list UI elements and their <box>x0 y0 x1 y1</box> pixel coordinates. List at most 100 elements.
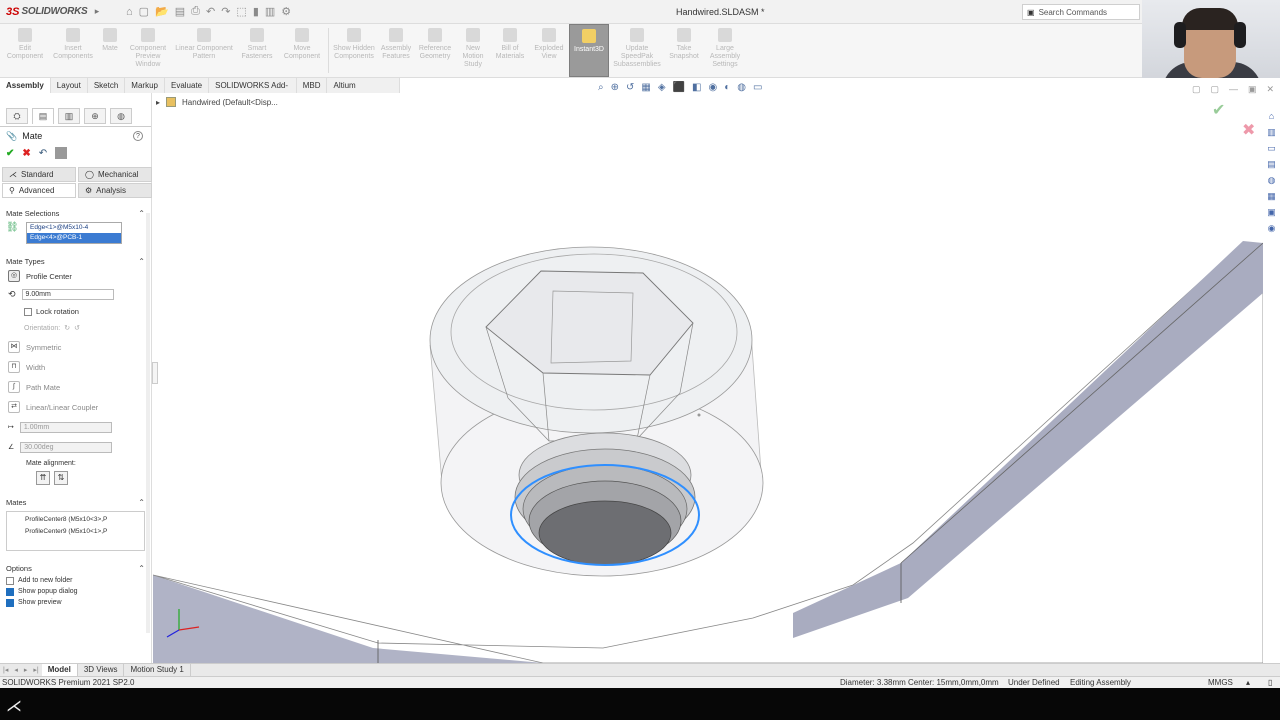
design-library-icon[interactable]: ▥ <box>1266 126 1278 138</box>
zoom-to-fit-icon[interactable]: ⌕ <box>598 82 604 93</box>
view-settings-icon[interactable]: ▭ <box>753 82 762 93</box>
view-palette-icon[interactable]: ▤ <box>1266 158 1278 170</box>
units-system[interactable]: MMGS <box>1208 678 1233 687</box>
cmd-assembly-features[interactable]: Assembly Features <box>377 24 415 77</box>
option-show-preview[interactable]: Show preview <box>0 597 151 608</box>
zoom-to-area-icon[interactable]: ⊕ <box>611 82 619 93</box>
minimize-icon[interactable]: — <box>1229 84 1238 95</box>
angle-input[interactable]: 30.00deg <box>20 441 113 453</box>
customize-icon[interactable]: ▯ <box>1268 678 1272 687</box>
tab-sketch[interactable]: Sketch <box>88 78 126 93</box>
view-orientation-icon[interactable]: ⬛ <box>673 82 685 93</box>
tab-motion-study-1[interactable]: Motion Study 1 <box>124 664 191 676</box>
pushpin-icon[interactable] <box>55 147 68 159</box>
cmd-large-assembly-settings[interactable]: Large Assembly Settings <box>703 24 747 77</box>
collapse-chevron-icon[interactable]: ⌃ <box>138 209 145 218</box>
tab-mechanical[interactable]: ◯ Mechanical <box>78 167 152 182</box>
maximize-icon[interactable]: ▣ <box>1248 84 1257 95</box>
select-icon[interactable]: ⬚ <box>236 5 246 18</box>
option-add-to-folder[interactable]: Add to new folder <box>0 575 151 586</box>
cmd-exploded-view[interactable]: Exploded View <box>529 24 569 77</box>
menu-expand-arrow-icon[interactable]: ▸ <box>90 6 104 17</box>
tab-3d-views[interactable]: 3D Views <box>78 664 125 676</box>
new-document-icon[interactable]: ▢ <box>139 5 149 18</box>
cmd-show-hidden[interactable]: Show Hidden Components <box>331 24 377 77</box>
confirm-ok-icon[interactable]: ✔ <box>1212 100 1225 120</box>
tab-altium-codesigner[interactable]: Altium CoDesigner <box>327 78 400 105</box>
cmd-take-snapshot[interactable]: Take Snapshot <box>665 24 703 77</box>
cmd-component-preview[interactable]: Component Preview Window <box>124 24 172 77</box>
feature-tree-flyout[interactable]: ▸ Handwired (Default<Disp... <box>156 97 278 107</box>
redo-icon[interactable]: ↷ <box>221 5 230 18</box>
definition-status[interactable]: Under Defined <box>1008 678 1060 687</box>
show-preview-checkbox[interactable] <box>6 598 14 607</box>
path-mate[interactable]: ∫ Path Mate <box>0 377 151 397</box>
mate-types-header[interactable]: Mate Types ⌃ <box>0 254 151 268</box>
cmd-edit-component[interactable]: Edit Component <box>0 24 50 77</box>
ok-check-icon[interactable]: ✔ <box>6 148 14 159</box>
units-dropdown-icon[interactable]: ▴ <box>1246 678 1250 687</box>
display-manager-tab-icon[interactable]: ◍ <box>110 108 132 124</box>
cmd-smart-fasteners[interactable]: Smart Fasteners <box>236 24 278 77</box>
anti-aligned-icon[interactable]: ⇅ <box>54 471 68 485</box>
cmd-move-component[interactable]: Move Component <box>278 24 326 77</box>
feature-tree-tab-icon[interactable]: ⛭ <box>6 108 28 124</box>
panel-scrollbar[interactable] <box>146 213 150 633</box>
options-gear-icon[interactable]: ⚙ <box>281 5 291 18</box>
tab-standard[interactable]: ⋌ Standard <box>2 167 76 182</box>
dimxpert-tab-icon[interactable]: ⊕ <box>84 108 106 124</box>
first-tab-arrow-icon[interactable]: |◂ <box>0 666 11 674</box>
previous-view-icon[interactable]: ↺ <box>626 82 634 93</box>
dynamic-annotation-icon[interactable]: ◈ <box>658 82 666 93</box>
tab-layout[interactable]: Layout <box>51 78 88 93</box>
distance-input[interactable]: 1.00mm <box>19 421 112 433</box>
option-show-popup[interactable]: Show popup dialog <box>0 586 151 597</box>
add-to-folder-checkbox[interactable] <box>6 576 14 585</box>
property-manager-tab-icon[interactable]: ▤ <box>32 108 54 124</box>
expand-tree-icon[interactable]: ▸ <box>156 98 160 107</box>
help-icon[interactable]: ? <box>133 131 143 141</box>
confirm-cancel-icon[interactable]: ✖ <box>1242 120 1255 140</box>
cmd-reference-geometry[interactable]: Reference Geometry <box>415 24 455 77</box>
tree-root-label[interactable]: Handwired (Default<Disp... <box>182 98 278 107</box>
show-popup-checkbox[interactable] <box>6 587 14 596</box>
cmd-instant3d[interactable]: Instant3D <box>569 24 609 77</box>
panel-collapse-handle[interactable] <box>152 362 158 384</box>
save-icon[interactable]: ▤ <box>175 5 185 18</box>
solidworks-logo[interactable]: 3S SOLIDWORKS <box>0 0 90 24</box>
next-tab-arrow-icon[interactable]: ▸ <box>21 666 31 674</box>
cmd-new-motion-study[interactable]: New Motion Study <box>455 24 491 77</box>
profile-center-mate[interactable]: ◎ Profile Center <box>0 268 151 284</box>
undo-icon[interactable]: ↶ <box>206 5 215 18</box>
lock-rotation-row[interactable]: Lock rotation <box>0 304 151 319</box>
solidworks-app-icon[interactable]: ⋌ <box>6 696 22 716</box>
prev-tab-arrow-icon[interactable]: ◂ <box>11 666 21 674</box>
display-style-icon[interactable]: ◧ <box>692 82 701 93</box>
solidworks-forum-icon[interactable]: ▣ <box>1266 206 1278 218</box>
search-commands-input[interactable]: ▣ Search Commands <box>1022 4 1140 20</box>
cmd-linear-pattern[interactable]: Linear Component Pattern <box>172 24 236 77</box>
rebuild-icon[interactable]: ▮ <box>253 5 259 18</box>
tile-icon[interactable]: ▢ <box>1211 84 1220 95</box>
mate-selections-header[interactable]: Mate Selections ⌃ <box>0 206 151 220</box>
cancel-x-icon[interactable]: ✖ <box>22 148 30 159</box>
custom-properties-icon[interactable]: ▦ <box>1266 190 1278 202</box>
collapse-chevron-icon[interactable]: ⌃ <box>138 257 145 266</box>
offset-distance-input[interactable]: 9.00mm <box>21 288 114 300</box>
edit-appearance-icon[interactable]: ◐ <box>724 82 730 93</box>
appearances-icon[interactable]: ◍ <box>1266 174 1278 186</box>
list-item[interactable]: ProfileCenter8 (M5x10<3>,P <box>25 514 144 526</box>
model-viewport[interactable] <box>153 93 1263 663</box>
tab-analysis[interactable]: ⚙ Analysis <box>78 183 152 198</box>
open-folder-icon[interactable]: 📂 <box>155 5 169 18</box>
options-header[interactable]: Options ⌃ <box>0 561 151 575</box>
collapse-chevron-icon[interactable]: ⌃ <box>138 498 145 507</box>
tab-markup[interactable]: Markup <box>125 78 165 93</box>
tab-model[interactable]: Model <box>41 664 78 676</box>
orientation-flip-alt-icon[interactable]: ↺ <box>74 324 80 332</box>
symmetric-mate[interactable]: ⋈ Symmetric <box>0 337 151 357</box>
tab-evaluate[interactable]: Evaluate <box>165 78 210 93</box>
home-icon[interactable]: ⌂ <box>126 6 133 18</box>
cmd-insert-components[interactable]: Insert Components <box>50 24 96 77</box>
tab-solidworks-addins[interactable]: SOLIDWORKS Add-Ins <box>209 78 297 105</box>
